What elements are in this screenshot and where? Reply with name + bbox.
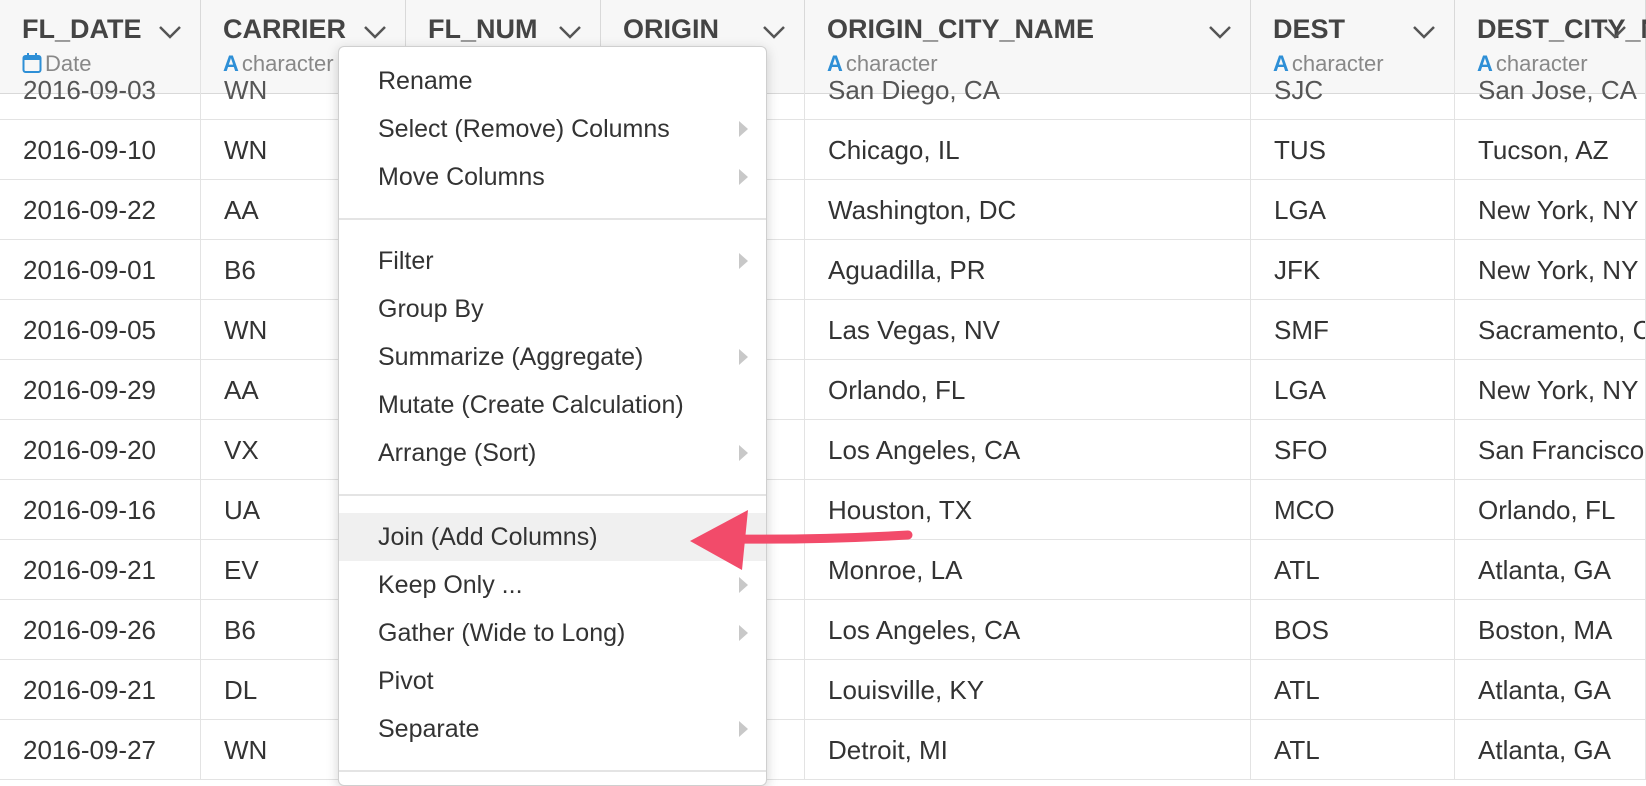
chevron-down-icon[interactable] (1411, 22, 1437, 42)
table-cell: Atlanta, GA (1455, 720, 1646, 780)
column-name: FL_NUM (428, 14, 538, 44)
table-cell: Aguadilla, PR (805, 240, 1251, 300)
menu-item-select-remove-columns[interactable]: Select (Remove) Columns (339, 105, 766, 153)
table-cell: Detroit, MI (805, 720, 1251, 780)
column-name: ORIGIN (623, 14, 720, 44)
table-cell: Sacramento, CA (1455, 300, 1646, 360)
data-grid: FL_DATE Date CARRIER Acharacter FL_NUM ORIGIN… (0, 0, 1646, 782)
submenu-arrow-icon (739, 169, 748, 185)
chevron-down-icon[interactable] (157, 22, 183, 42)
menu-item-pivot[interactable]: Pivot (339, 657, 766, 705)
table-cell: San Francisco, CA (1455, 420, 1646, 480)
submenu-arrow-icon (739, 349, 748, 365)
column-name: FL_DATE (22, 14, 142, 44)
submenu-arrow-icon (739, 121, 748, 137)
table-cell: 2016-09-10 (0, 120, 201, 180)
table-cell: Boston, MA (1455, 600, 1646, 660)
submenu-arrow-icon (739, 445, 748, 461)
menu-separator (339, 218, 766, 220)
table-cell: ATL (1251, 720, 1455, 780)
chevron-down-icon[interactable] (761, 22, 787, 42)
table-row: 2016-09-22 AA Washington, DC LGA New York, N… (0, 180, 1646, 240)
chevron-down-icon[interactable] (557, 22, 583, 42)
table-row: 2016-09-27 WN Detroit, MI ATL Atlanta, GA (0, 720, 1646, 780)
menu-item-filter[interactable]: Filter (339, 237, 766, 285)
table-row: 2016-09-21 DL Louisville, KY ATL Atlanta, GA (0, 660, 1646, 720)
column-context-menu: Rename Select (Remove) Columns Move Column… (338, 46, 767, 786)
menu-item-summarize-aggregate[interactable]: Summarize (Aggregate) (339, 333, 766, 381)
table-cell: 2016-09-16 (0, 480, 201, 540)
table-cell: Washington, DC (805, 180, 1251, 240)
table-cell: Monroe, LA (805, 540, 1251, 600)
table-cell: MCO (1251, 480, 1455, 540)
table-row: 2016-09-26 B6 Los Angeles, CA BOS Boston, MA (0, 600, 1646, 660)
chevron-down-icon[interactable] (1602, 22, 1628, 42)
menu-item-rename[interactable]: Rename (339, 57, 766, 105)
table-cell: LGA (1251, 360, 1455, 420)
table-cell: 2016-09-01 (0, 240, 201, 300)
table-cell: SFO (1251, 420, 1455, 480)
table-row: 2016-09-05 WN Las Vegas, NV SMF Sacramento, … (0, 300, 1646, 360)
table-cell: 2016-09-21 (0, 660, 201, 720)
table-row: 2016-09-16 UA Houston, TX MCO Orlando, FL (0, 480, 1646, 540)
table-cell: Orlando, FL (805, 360, 1251, 420)
table-cell: 2016-09-05 (0, 300, 201, 360)
column-name: ORIGIN_CITY_NAME (827, 14, 1095, 44)
table-row-partial: 2016-09-03 WN San Diego, CA SJC San Jose, CA (0, 60, 1646, 120)
table-cell: San Jose, CA (1455, 60, 1646, 120)
table-cell: Houston, TX (805, 480, 1251, 540)
table-cell: SMF (1251, 300, 1455, 360)
table-cell: Atlanta, GA (1455, 540, 1646, 600)
table-cell: 2016-09-21 (0, 540, 201, 600)
menu-item-arrange-sort[interactable]: Arrange (Sort) (339, 429, 766, 477)
submenu-arrow-icon (739, 625, 748, 641)
table-cell: New York, NY (1455, 240, 1646, 300)
menu-separator (339, 770, 766, 772)
table-cell: 2016-09-22 (0, 180, 201, 240)
menu-item-separate[interactable]: Separate (339, 705, 766, 753)
table-cell: Tucson, AZ (1455, 120, 1646, 180)
table-cell: Louisville, KY (805, 660, 1251, 720)
table-cell: New York, NY (1455, 360, 1646, 420)
chevron-down-icon[interactable] (1207, 22, 1233, 42)
table-cell: 2016-09-26 (0, 600, 201, 660)
table-cell: Chicago, IL (805, 120, 1251, 180)
table-cell: New York, NY (1455, 180, 1646, 240)
table-cell: Los Angeles, CA (805, 420, 1251, 480)
table-cell: TUS (1251, 120, 1455, 180)
submenu-arrow-icon (739, 577, 748, 593)
table-cell: Los Angeles, CA (805, 600, 1251, 660)
table-row: 2016-09-01 B6 Aguadilla, PR JFK New York, NY (0, 240, 1646, 300)
menu-item-join-add-columns[interactable]: Join (Add Columns) (339, 513, 766, 561)
menu-separator (339, 494, 766, 496)
table-row: 2016-09-21 EV Monroe, LA ATL Atlanta, GA (0, 540, 1646, 600)
table-cell: LGA (1251, 180, 1455, 240)
table-cell: ATL (1251, 660, 1455, 720)
table-cell: Las Vegas, NV (805, 300, 1251, 360)
table-cell: ATL (1251, 540, 1455, 600)
menu-item-mutate-create-calculation[interactable]: Mutate (Create Calculation) (339, 381, 766, 429)
menu-item-keep-only[interactable]: Keep Only ... (339, 561, 766, 609)
table-cell: 2016-09-29 (0, 360, 201, 420)
menu-item-move-columns[interactable]: Move Columns (339, 153, 766, 201)
table-cell: SJC (1251, 60, 1455, 120)
chevron-down-icon[interactable] (362, 22, 388, 42)
menu-item-gather-wide-to-long[interactable]: Gather (Wide to Long) (339, 609, 766, 657)
table-cell: 2016-09-03 (0, 60, 201, 120)
column-name: CARRIER (223, 14, 347, 44)
table-cell: BOS (1251, 600, 1455, 660)
table-cell: San Diego, CA (805, 60, 1251, 120)
submenu-arrow-icon (739, 721, 748, 737)
table-cell: Orlando, FL (1455, 480, 1646, 540)
table-cell: 2016-09-27 (0, 720, 201, 780)
table-cell: Atlanta, GA (1455, 660, 1646, 720)
table-cell: JFK (1251, 240, 1455, 300)
submenu-arrow-icon (739, 253, 748, 269)
table-row: 2016-09-20 VX Los Angeles, CA SFO San Franci… (0, 420, 1646, 480)
column-name: DEST (1273, 14, 1346, 44)
table-row: 2016-09-29 AA Orlando, FL LGA New York, NY (0, 360, 1646, 420)
table-row: 2016-09-10 WN Chicago, IL TUS Tucson, AZ (0, 120, 1646, 180)
table-cell: 2016-09-20 (0, 420, 201, 480)
menu-item-group-by[interactable]: Group By (339, 285, 766, 333)
